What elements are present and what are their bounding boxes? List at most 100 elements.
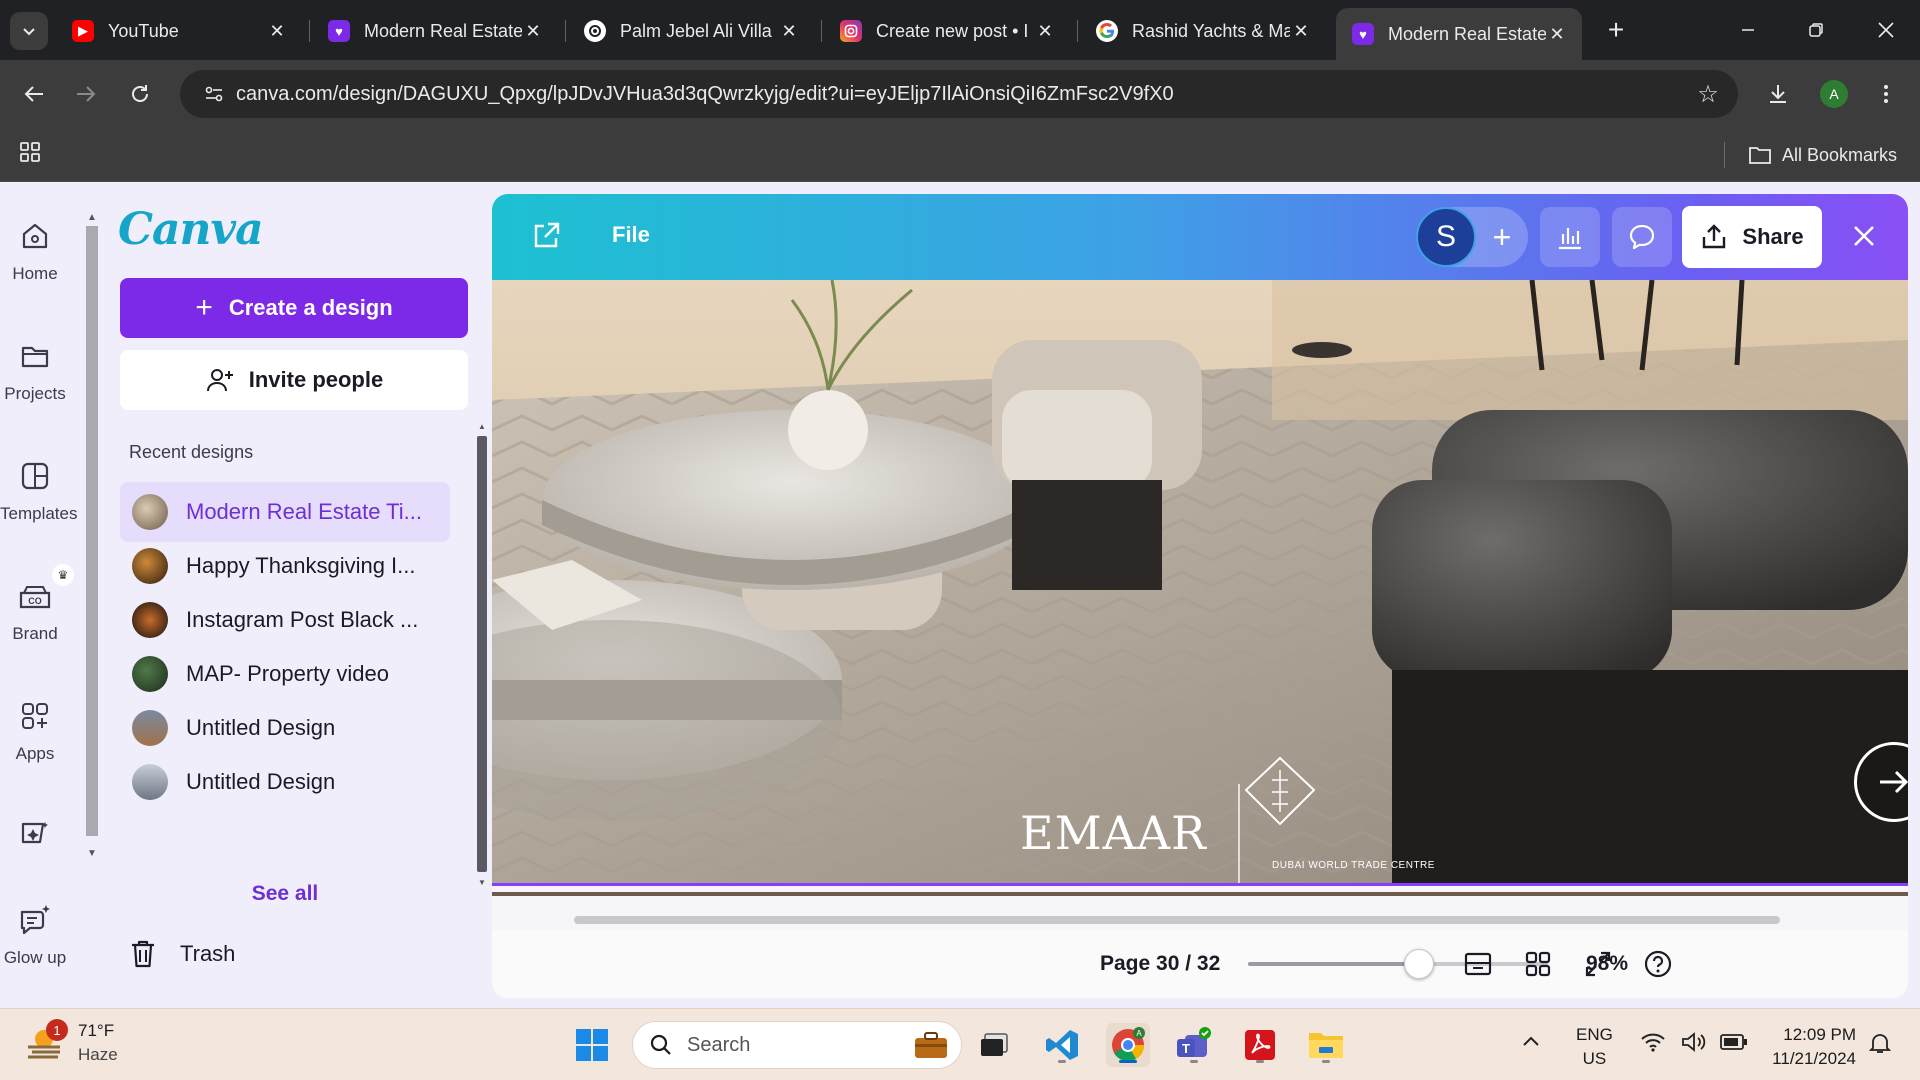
close-window-button[interactable]	[1866, 10, 1906, 50]
rail-dream-lab[interactable]	[0, 814, 70, 862]
fullscreen-button[interactable]	[1578, 944, 1618, 984]
taskbar-chrome[interactable]: A	[1106, 1023, 1150, 1067]
zoom-slider-handle[interactable]	[1404, 949, 1434, 979]
rail-apps[interactable]: Apps	[0, 696, 70, 764]
restore-button[interactable]	[1796, 10, 1836, 50]
bookmark-star-icon[interactable]: ☆	[1686, 80, 1730, 109]
notes-button[interactable]	[1458, 944, 1498, 984]
home-icon	[0, 216, 70, 256]
taskbar-vscode[interactable]	[1040, 1023, 1084, 1067]
zoom-slider[interactable]	[1248, 949, 1548, 979]
tab-palm-jebel-ali[interactable]: Palm Jebel Ali Villa ✕	[568, 8, 814, 54]
site-settings-icon[interactable]	[192, 83, 236, 105]
back-button[interactable]	[14, 74, 54, 114]
rail-projects[interactable]: Projects	[0, 336, 70, 404]
rail-templates[interactable]: Templates	[0, 456, 77, 524]
open-in-editor-icon[interactable]	[530, 220, 562, 257]
scroll-down-icon[interactable]: ▼	[476, 878, 488, 887]
brand-icon: CO ♛	[0, 564, 74, 616]
taskbar-file-explorer[interactable]	[1304, 1023, 1348, 1067]
horizontal-scrollbar[interactable]	[574, 916, 1780, 924]
close-icon[interactable]: ✕	[1290, 21, 1312, 42]
recent-design-item[interactable]: Instagram Post Black ...	[120, 590, 450, 650]
collaborator-avatar[interactable]: S	[1416, 207, 1476, 267]
rail-home[interactable]: Home	[0, 216, 70, 284]
invite-people-button[interactable]: Invite people	[120, 350, 468, 410]
input-language[interactable]: ENG US	[1576, 1023, 1613, 1071]
weather-widget[interactable]: 1 71°F Haze	[24, 1019, 118, 1067]
rail-label: Brand	[12, 624, 58, 643]
rail-brand[interactable]: CO ♛ Brand	[0, 564, 74, 644]
share-button[interactable]: Share	[1682, 206, 1822, 268]
insights-button[interactable]	[1540, 207, 1600, 267]
add-user-icon	[206, 369, 233, 392]
tab-modern-real-estate[interactable]: ♥ Modern Real Estate ✕	[312, 8, 558, 54]
trash-button[interactable]: Trash	[130, 934, 235, 974]
url-text[interactable]: canva.com/design/DAGUXU_Qpxg/lpJDvJVHua3…	[236, 83, 1686, 106]
scroll-up-icon[interactable]: ▲	[86, 212, 98, 223]
rail-glow-up[interactable]: Glow up	[0, 900, 70, 968]
help-button[interactable]	[1638, 944, 1678, 984]
vscode-icon	[1046, 1030, 1078, 1060]
viewer-footer: Page 30 / 32 98%	[492, 930, 1908, 998]
tab-youtube[interactable]: ▶ YouTube ✕	[56, 8, 302, 54]
system-tray[interactable]	[1640, 1031, 1748, 1053]
taskbar-search-box[interactable]: Search	[632, 1021, 962, 1069]
download-icon	[1770, 85, 1786, 103]
start-button[interactable]	[570, 1023, 614, 1067]
scroll-down-icon[interactable]: ▼	[86, 848, 98, 859]
chrome-icon: A	[1112, 1027, 1145, 1062]
recent-design-item[interactable]: MAP- Property video	[120, 644, 450, 704]
notification-center-button[interactable]	[1868, 1031, 1892, 1060]
chrome-menu-button[interactable]	[1866, 74, 1906, 114]
panel-scrollbar[interactable]: ▲ ▼	[476, 422, 488, 1080]
rail-scrollbar[interactable]: ▲ ▼	[86, 212, 98, 862]
rail-label: Projects	[4, 384, 66, 403]
invite-people-label: Invite people	[248, 367, 384, 392]
recent-design-item[interactable]: Happy Thanksgiving I...	[120, 536, 450, 596]
show-hidden-icons-button[interactable]	[1522, 1031, 1540, 1052]
taskbar-acrobat[interactable]	[1238, 1023, 1282, 1067]
grid-view-button[interactable]	[1518, 944, 1558, 984]
address-bar[interactable]: canva.com/design/DAGUXU_Qpxg/lpJDvJVHua3…	[180, 70, 1738, 118]
profile-avatar[interactable]: A	[1820, 80, 1848, 108]
apps-grid-icon[interactable]	[18, 140, 42, 169]
close-icon[interactable]: ✕	[1546, 24, 1568, 45]
tab-search-button[interactable]	[10, 12, 48, 50]
design-slide[interactable]: EMAAR DUBAI WORLD TRADE CENTRE	[492, 280, 1908, 886]
comments-button[interactable]	[1612, 207, 1672, 267]
all-bookmarks-button[interactable]: All Bookmarks	[1748, 140, 1897, 170]
see-all-link[interactable]: See all	[120, 882, 450, 906]
close-icon[interactable]: ✕	[266, 21, 288, 42]
close-icon[interactable]: ✕	[1034, 21, 1056, 42]
scrollbar-thumb[interactable]	[86, 226, 98, 836]
create-design-button[interactable]: + Create a design	[120, 278, 468, 338]
close-icon[interactable]: ✕	[522, 21, 544, 42]
tab-separator	[1077, 20, 1078, 42]
close-icon[interactable]: ✕	[778, 21, 800, 42]
new-tab-button[interactable]: +	[1600, 14, 1632, 46]
downloads-button[interactable]	[1758, 74, 1798, 114]
system-clock[interactable]: 12:09 PM 11/21/2024	[1756, 1023, 1856, 1071]
tab-modern-real-estate-active[interactable]: ♥ Modern Real Estate ✕	[1336, 8, 1582, 60]
folder-icon	[1749, 147, 1771, 164]
reload-button[interactable]	[120, 74, 160, 114]
tab-rashid-yachts[interactable]: Rashid Yachts & Mar ✕	[1080, 8, 1326, 54]
forward-button[interactable]	[66, 74, 106, 114]
trash-label: Trash	[180, 941, 236, 966]
tab-instagram-post[interactable]: Create new post • I ✕	[824, 8, 1070, 54]
recent-design-item[interactable]: Untitled Design	[120, 698, 450, 758]
page-indicator[interactable]: Page 30 / 32	[1100, 952, 1220, 976]
add-collaborator-button[interactable]: +	[1478, 207, 1526, 267]
canva-logo[interactable]: Canva	[118, 204, 264, 255]
svg-text:CO: CO	[28, 596, 42, 606]
close-viewer-button[interactable]	[1844, 216, 1884, 256]
recent-design-item[interactable]: Modern Real Estate Ti...	[120, 482, 450, 542]
scrollbar-thumb[interactable]	[477, 436, 487, 872]
file-menu[interactable]: File	[612, 222, 650, 248]
taskbar-task-view[interactable]	[972, 1023, 1016, 1067]
scroll-up-icon[interactable]: ▲	[476, 422, 488, 431]
recent-design-item[interactable]: Untitled Design	[120, 752, 450, 812]
taskbar-teams[interactable]: T	[1172, 1023, 1216, 1067]
minimize-button[interactable]	[1728, 10, 1768, 50]
